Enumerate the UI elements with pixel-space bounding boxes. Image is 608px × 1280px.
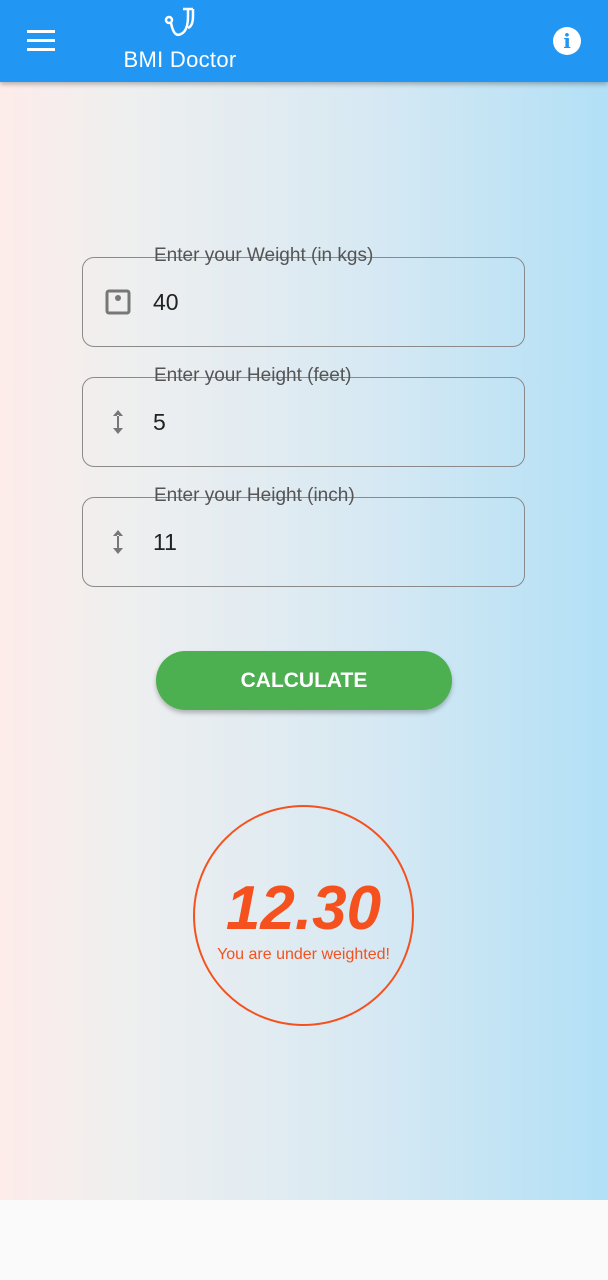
stethoscope-icon xyxy=(164,7,195,37)
menu-icon[interactable] xyxy=(27,30,55,52)
height-feet-label: Enter your Height (feet) xyxy=(147,365,359,387)
bmi-message: You are under weighted! xyxy=(217,946,390,963)
height-inch-label: Enter your Height (inch) xyxy=(147,485,362,507)
weight-field[interactable]: Enter your Weight (in kgs) xyxy=(82,245,525,347)
height-feet-input[interactable] xyxy=(153,402,493,442)
calculate-button[interactable]: CALCULATE xyxy=(156,651,452,710)
app-bar: BMI Doctor i xyxy=(0,0,608,82)
height-feet-field[interactable]: Enter your Height (feet) xyxy=(82,365,525,467)
app-logo: BMI Doctor xyxy=(115,6,245,73)
height-inch-input[interactable] xyxy=(153,522,493,562)
height-arrow-icon xyxy=(113,530,123,554)
weight-input[interactable] xyxy=(153,282,493,322)
height-inch-field[interactable]: Enter your Height (inch) xyxy=(82,485,525,587)
height-arrow-icon xyxy=(113,410,123,434)
info-icon[interactable]: i xyxy=(553,27,581,55)
app-title: BMI Doctor xyxy=(123,47,237,72)
scale-icon xyxy=(105,289,131,315)
weight-label: Enter your Weight (in kgs) xyxy=(147,245,381,267)
bmi-value: 12.30 xyxy=(225,874,382,943)
bmi-result: 12.30 You are under weighted! xyxy=(193,805,414,1026)
